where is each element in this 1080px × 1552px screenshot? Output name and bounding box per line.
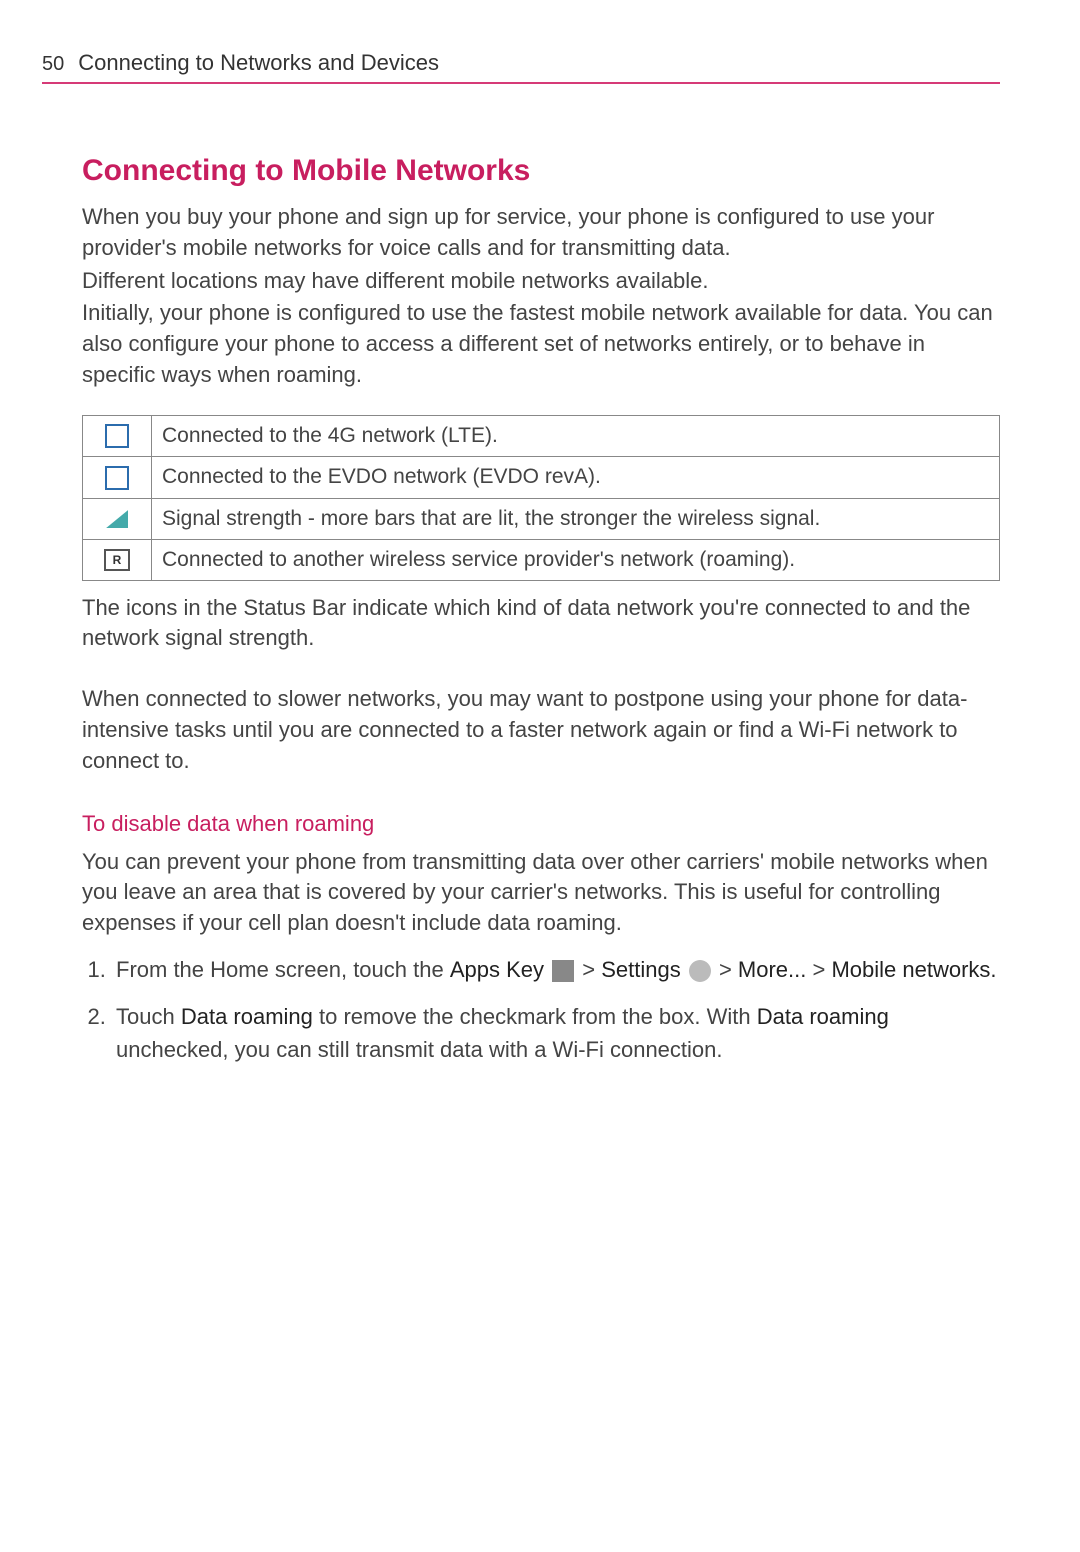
step-text: to remove the checkmark from the box. Wi… xyxy=(313,1004,757,1029)
evdo-icon xyxy=(105,466,129,490)
table-row: Connected to the 4G network (LTE). xyxy=(83,415,1000,456)
separator: > xyxy=(806,957,831,982)
subsection-heading: To disable data when roaming xyxy=(42,811,1000,837)
settings-label: Settings xyxy=(601,957,681,982)
steps-list: From the Home screen, touch the Apps Key… xyxy=(42,953,1000,1066)
table-row: Signal strength - more bars that are lit… xyxy=(83,498,1000,539)
section-title: Connecting to Mobile Networks xyxy=(42,154,1000,188)
roaming-icon: R xyxy=(104,549,130,571)
icon-cell xyxy=(83,415,152,456)
mobile-networks-label: Mobile networks. xyxy=(831,957,996,982)
data-roaming-label-2: Data roaming xyxy=(757,1004,889,1029)
icon-description: Connected to another wireless service pr… xyxy=(152,539,1000,580)
apps-key-icon xyxy=(552,960,574,982)
subsection-intro: You can prevent your phone from transmit… xyxy=(42,847,1000,939)
icon-cell xyxy=(83,498,152,539)
page-number: 50 xyxy=(42,53,64,76)
below-table-p2: When connected to slower networks, you m… xyxy=(42,684,1000,776)
page-content: 50 Connecting to Networks and Devices Co… xyxy=(0,0,1080,1140)
icon-description: Connected to the EVDO network (EVDO revA… xyxy=(152,457,1000,498)
chapter-title: Connecting to Networks and Devices xyxy=(78,50,439,76)
step-1: From the Home screen, touch the Apps Key… xyxy=(112,953,1000,986)
step-text: unchecked, you can still transmit data w… xyxy=(116,1037,723,1062)
intro-paragraph-1: When you buy your phone and sign up for … xyxy=(42,202,1000,264)
table-row: R Connected to another wireless service … xyxy=(83,539,1000,580)
step-text: Touch xyxy=(116,1004,181,1029)
separator: > xyxy=(713,957,738,982)
status-icon-table: Connected to the 4G network (LTE). Conne… xyxy=(82,415,1000,581)
step-text: From the Home screen, touch the xyxy=(116,957,450,982)
settings-icon xyxy=(689,960,711,982)
separator: > xyxy=(576,957,601,982)
more-label: More... xyxy=(738,957,806,982)
page-header: 50 Connecting to Networks and Devices xyxy=(42,50,1000,84)
icon-cell: R xyxy=(83,539,152,580)
4g-icon xyxy=(105,424,129,448)
intro-paragraph-3: Initially, your phone is configured to u… xyxy=(42,298,1000,390)
icon-description: Signal strength - more bars that are lit… xyxy=(152,498,1000,539)
table-row: Connected to the EVDO network (EVDO revA… xyxy=(83,457,1000,498)
intro-paragraph-2: Different locations may have different m… xyxy=(42,266,1000,297)
icon-cell xyxy=(83,457,152,498)
signal-icon xyxy=(106,510,128,528)
below-table-p1: The icons in the Status Bar indicate whi… xyxy=(42,593,1000,655)
data-roaming-label: Data roaming xyxy=(181,1004,313,1029)
icon-description: Connected to the 4G network (LTE). xyxy=(152,415,1000,456)
step-2: Touch Data roaming to remove the checkma… xyxy=(112,1000,1000,1066)
apps-key-label: Apps Key xyxy=(450,957,544,982)
